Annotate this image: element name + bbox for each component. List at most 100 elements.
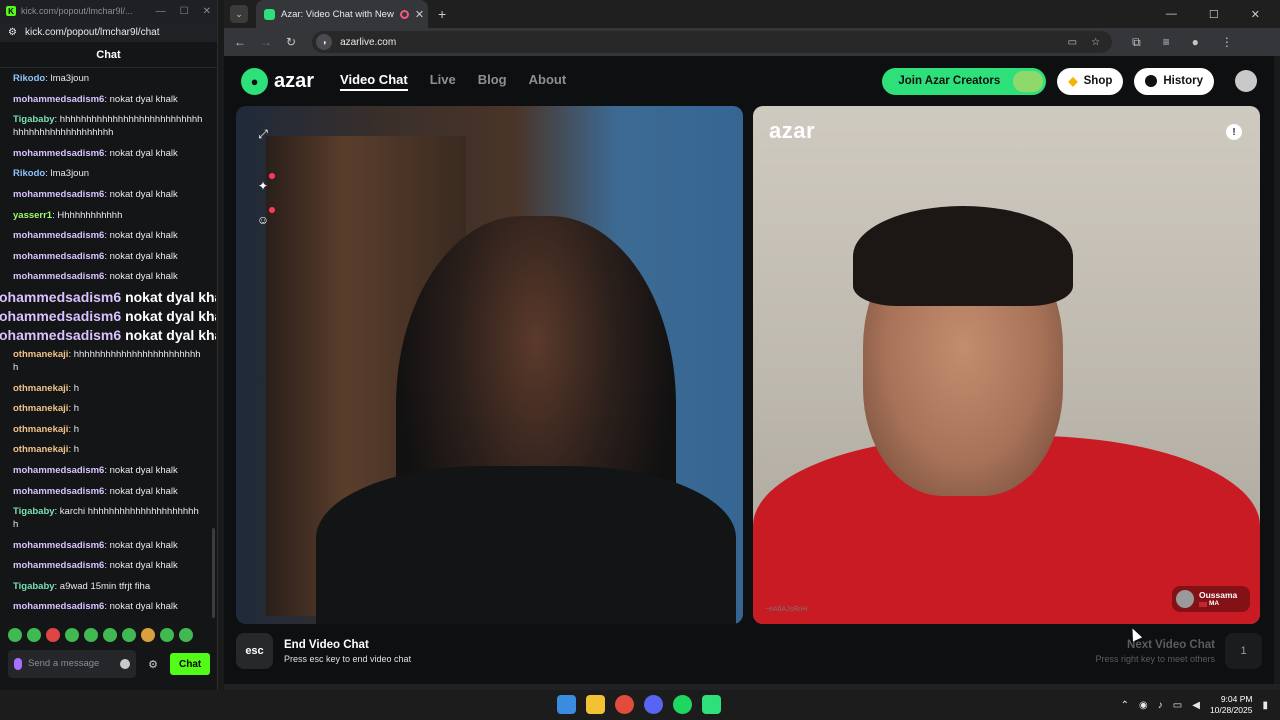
azar-logo[interactable]: ● azar [241, 67, 314, 95]
microphone-tray-icon[interactable]: ♪ [1158, 700, 1163, 711]
extensions-icon[interactable]: ⧉ [1132, 35, 1141, 50]
minimize-icon[interactable]: — [156, 6, 166, 17]
nav-about[interactable]: About [529, 72, 567, 91]
chat-message: mohammedsadism6: nokat dyal khalk [13, 229, 203, 242]
end-chat-title[interactable]: End Video Chat [284, 639, 411, 651]
nav-live[interactable]: Live [430, 72, 456, 91]
profile-avatar-icon[interactable]: ● [1192, 35, 1199, 50]
emote-icon[interactable] [84, 628, 98, 642]
new-tab-icon[interactable]: + [438, 6, 446, 22]
chat-username[interactable]: mohammedsadism6 [13, 540, 104, 551]
chat-username[interactable]: ohammedsadism6 [0, 308, 125, 324]
emote-icon[interactable] [65, 628, 79, 642]
controller-icon[interactable]: ◉ [1139, 700, 1148, 711]
chat-username[interactable]: Tigababy [13, 114, 55, 125]
discord-icon[interactable] [644, 695, 663, 714]
bookmark-star-icon[interactable]: ☆ [1091, 37, 1100, 48]
chat-username[interactable]: ohammedsadism6 [0, 327, 125, 343]
chat-input-row: Send a message ⚙ Chat [8, 650, 213, 678]
chat-input[interactable]: Send a message [8, 650, 136, 678]
peer-info-card[interactable]: Oussama MA [1172, 586, 1250, 612]
chat-username[interactable]: Rikodo [13, 73, 45, 84]
report-icon[interactable]: ! [1226, 124, 1242, 140]
chat-username[interactable]: Rikodo [13, 168, 45, 179]
kick-url-bar[interactable]: ⚙ kick.com/popout/lmchar9l/chat [0, 22, 217, 42]
chrome-icon[interactable] [615, 695, 634, 714]
chat-username[interactable]: ohammedsadism6 [0, 289, 125, 305]
expand-video-icon[interactable]: ⤢ [255, 126, 271, 142]
tab-close-icon[interactable]: ✕ [415, 8, 424, 21]
file-explorer-icon[interactable] [586, 695, 605, 714]
emoji-picker-icon[interactable] [120, 659, 130, 669]
chat-username[interactable]: mohammedsadism6 [13, 560, 104, 571]
chat-username[interactable]: Tigababy [13, 506, 55, 517]
forward-icon[interactable]: → [260, 35, 272, 49]
shop-button[interactable]: ◆ Shop [1057, 67, 1124, 95]
chat-username[interactable]: othmanekaji [13, 383, 68, 394]
nav-blog[interactable]: Blog [478, 72, 507, 91]
emote-icon[interactable] [179, 628, 193, 642]
chat-username[interactable]: mohammedsadism6 [13, 601, 104, 612]
tab-search-icon[interactable]: ⌄ [230, 5, 248, 23]
chat-username[interactable]: mohammedsadism6 [13, 148, 104, 159]
next-chat-key-button[interactable]: 1 [1225, 633, 1262, 669]
tab-azar[interactable]: Azar: Video Chat with New ✕ [256, 0, 428, 28]
chat-username[interactable]: othmanekaji [13, 444, 68, 455]
chat-scrollbar[interactable] [212, 528, 215, 618]
emote-icon[interactable] [103, 628, 117, 642]
close-icon[interactable]: ✕ [1251, 8, 1260, 21]
page-scrollbar[interactable] [1274, 56, 1280, 684]
chat-username[interactable]: mohammedsadism6 [13, 189, 104, 200]
chat-username[interactable]: mohammedsadism6 [13, 230, 104, 241]
chat-username[interactable]: Tigababy [13, 581, 55, 592]
history-button[interactable]: History [1134, 67, 1214, 95]
cast-icon[interactable]: ▭ [1068, 37, 1077, 48]
close-icon[interactable]: ✕ [203, 6, 211, 17]
nav-video-chat[interactable]: Video Chat [340, 72, 408, 91]
menu-kebab-icon[interactable]: ⋮ [1221, 35, 1233, 50]
user-profile-icon[interactable] [1235, 70, 1257, 92]
emote-icon[interactable] [8, 628, 22, 642]
back-icon[interactable]: ← [234, 35, 246, 49]
chat-message-text: : nokat dyal khalk [104, 271, 178, 283]
start-menu-icon[interactable] [557, 695, 576, 714]
azar-app-icon[interactable] [702, 695, 721, 714]
emote-icon[interactable] [122, 628, 136, 642]
notifications-icon[interactable]: ▮ [1262, 700, 1268, 711]
microphone-icon[interactable] [14, 658, 22, 670]
chat-username[interactable]: yasserr1 [13, 210, 52, 221]
minimize-icon[interactable]: — [1166, 8, 1177, 21]
chat-username[interactable]: othmanekaji [13, 424, 68, 435]
chat-settings-gear-icon[interactable]: ⚙ [142, 658, 164, 671]
network-icon[interactable]: ▭ [1173, 700, 1182, 711]
emote-icon[interactable] [46, 628, 60, 642]
emote-icon[interactable] [141, 628, 155, 642]
clock[interactable]: 9:04 PM 10/28/2025 [1210, 694, 1253, 716]
reload-icon[interactable]: ↻ [286, 35, 296, 49]
chat-username[interactable]: othmanekaji [13, 403, 68, 414]
show-hidden-icons-icon[interactable]: ⌃ [1121, 700, 1129, 711]
site-info-icon[interactable]: ◑ [316, 34, 333, 50]
site-settings-icon[interactable]: ⚙ [8, 27, 17, 38]
chat-message: mohammedsadism6: nokat dyal khalk [13, 188, 203, 201]
next-chat-title[interactable]: Next Video Chat [1095, 639, 1215, 651]
emote-icon[interactable] [27, 628, 41, 642]
chat-username[interactable]: mohammedsadism6 [13, 465, 104, 476]
chat-username[interactable]: mohammedsadism6 [13, 94, 104, 105]
maximize-icon[interactable]: ☐ [1209, 8, 1219, 21]
chat-send-button[interactable]: Chat [170, 653, 211, 675]
chat-username[interactable]: othmanekaji [13, 349, 68, 360]
join-creators-button[interactable]: Join Azar Creators [882, 67, 1047, 95]
chat-username[interactable]: mohammedsadism6 [13, 486, 104, 497]
sticker-face-icon[interactable]: ☺ [255, 212, 271, 228]
media-controls-icon[interactable]: ≡ [1163, 35, 1170, 50]
end-chat-key-button[interactable]: esc [236, 633, 273, 669]
chat-username[interactable]: mohammedsadism6 [13, 251, 104, 262]
volume-icon[interactable]: ◀ [1192, 700, 1200, 711]
chat-username[interactable]: mohammedsadism6 [13, 271, 104, 282]
spotify-icon[interactable] [673, 695, 692, 714]
effects-sparkle-icon[interactable]: ✦ [255, 178, 271, 194]
emote-icon[interactable] [160, 628, 174, 642]
address-bar[interactable]: ◑ azarlive.com ▭ ☆ [312, 31, 1113, 53]
maximize-icon[interactable]: ☐ [180, 6, 189, 17]
